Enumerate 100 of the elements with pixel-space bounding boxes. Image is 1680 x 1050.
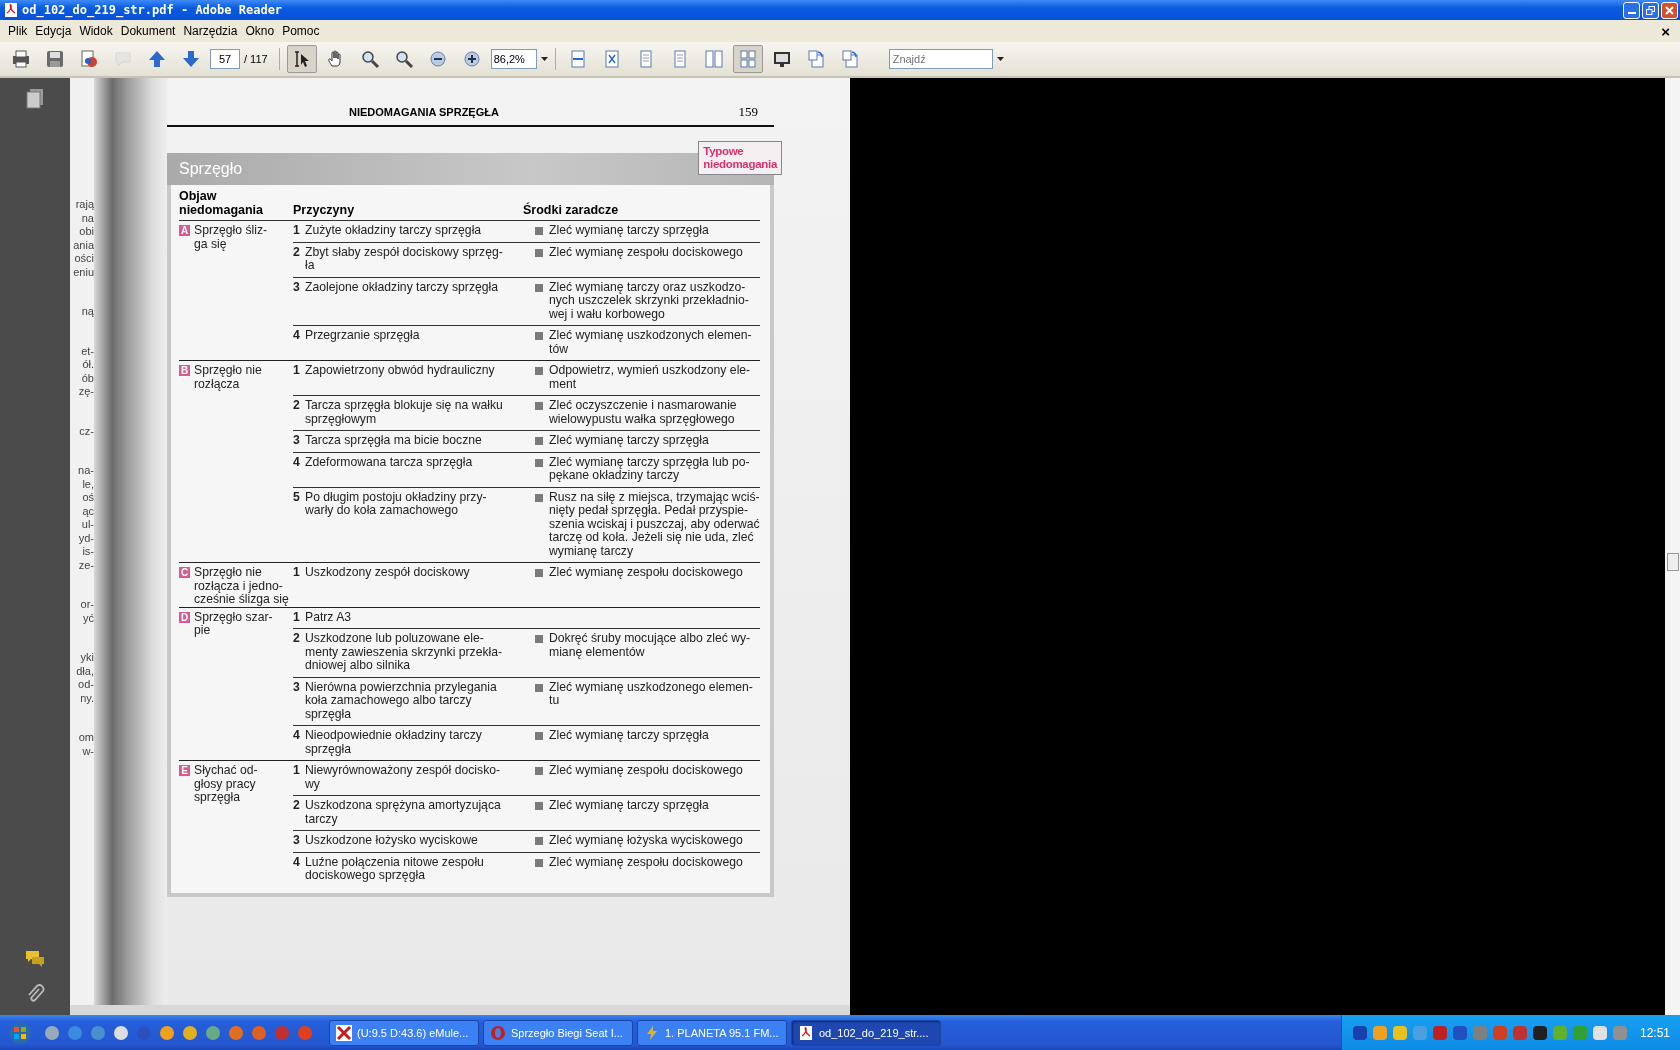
- tray-icon[interactable]: [1531, 1024, 1548, 1041]
- start-orb-icon[interactable]: [8, 1020, 32, 1045]
- text-fragment: w-: [82, 744, 94, 758]
- text-fragment: oś: [82, 491, 94, 505]
- bullet-square: [535, 732, 543, 740]
- pdf-document-icon: [798, 1024, 814, 1041]
- cause-text: Luźne połączenia nitowe zespołu dociskowego sprzęgła: [305, 855, 485, 883]
- text-fragment: ół.: [82, 358, 94, 372]
- four-pages-icon: [737, 49, 758, 69]
- cause-number: 1: [293, 566, 301, 580]
- dropdown-icon: [540, 57, 548, 61]
- monitor-icon: [771, 49, 792, 69]
- window-title: od_102_do_219_str.pdf - Adobe Reader: [22, 3, 284, 17]
- menu-item[interactable]: Plik: [4, 24, 32, 38]
- taskbar-window-button[interactable]: (U:9.5 D:43.6) eMule...: [329, 1019, 479, 1046]
- speech-bubbles-icon[interactable]: [24, 949, 46, 969]
- menu-item[interactable]: Widok: [75, 24, 117, 38]
- page-number-field[interactable]: 57: [210, 49, 240, 69]
- magnifier-icon: [393, 49, 414, 69]
- restore-button[interactable]: [1642, 1, 1659, 19]
- printer-icon: [11, 49, 31, 69]
- tray-icon[interactable]: [1351, 1024, 1368, 1041]
- cause-number: 1: [293, 224, 301, 238]
- quick-launch-icon[interactable]: [182, 1024, 198, 1041]
- text-fragment: et-: [81, 344, 94, 358]
- cause-text: Nierówna powierzchnia przylegania koła zamachowego albo tarczy sprzęgła: [305, 680, 498, 721]
- text-fragment: ąc: [82, 504, 94, 518]
- text-fragment: eniu: [73, 265, 94, 279]
- dropdown-icon: [996, 57, 1004, 61]
- quick-launch-icon[interactable]: [90, 1024, 106, 1041]
- symptom-text: Sprzęgło nie rozłącza: [194, 364, 262, 391]
- column-header: Przyczyny: [293, 203, 356, 217]
- text-fragment: ul-: [81, 518, 94, 532]
- bullet-square: [535, 437, 543, 445]
- quick-launch-icon[interactable]: [113, 1024, 129, 1041]
- cause-number: 4: [293, 329, 301, 344]
- cause-text: Zaolejone okładziny tarczy sprzęgła: [305, 280, 500, 296]
- menu-item[interactable]: Dokument: [116, 24, 180, 38]
- cause-text: Zdeformowana tarcza sprzęgła: [305, 455, 474, 471]
- text-fragment: na: [81, 211, 94, 225]
- remedy-text: Zleć wymianę tarczy sprzęgła: [549, 434, 709, 448]
- pages-icon[interactable]: [25, 88, 45, 110]
- taskbar-window-button[interactable]: Sprzegło Biegi Seat I...: [483, 1019, 633, 1046]
- text-fragment: dła,: [76, 664, 94, 678]
- cause-text: Tarcza sprzęgła ma bicie boczne: [305, 434, 483, 448]
- cause-number: 3: [293, 434, 301, 448]
- taskbar-window-button[interactable]: od_102_do_219_str....: [791, 1019, 941, 1046]
- remedy-text: Zleć wymianę uszkodzonego elemen- tu: [549, 680, 753, 709]
- remedy-text: Zleć wymianę tarczy sprzęgła: [549, 799, 709, 814]
- bullet-square: [535, 248, 543, 257]
- text-fragment: yd-: [78, 531, 94, 545]
- tray-icon[interactable]: [1591, 1024, 1608, 1041]
- bullet-square: [535, 837, 543, 845]
- text-fragment: le,: [82, 477, 94, 491]
- close-button[interactable]: [1661, 1, 1678, 19]
- quick-launch-icon[interactable]: [228, 1024, 244, 1041]
- bullet-square: [535, 402, 543, 410]
- remedy-text: Zleć oczyszczenie i nasmarowanie wielowypustu wałka sprzęgłowego: [549, 399, 737, 426]
- close-document-button[interactable]: ×: [1655, 22, 1676, 40]
- quick-launch-icon[interactable]: [159, 1024, 175, 1041]
- paperclip-icon[interactable]: [25, 983, 45, 1005]
- remedy-text: Zleć wymianę tarczy oraz uszkodzo- nych uszczelek skrzynki przekładnio- wej i wału korbowego: [549, 280, 749, 321]
- menu-item[interactable]: Edycja: [31, 24, 76, 38]
- menu-item[interactable]: Okno: [241, 24, 279, 38]
- tray-icon[interactable]: [1451, 1024, 1468, 1041]
- bullet-square: [535, 635, 543, 643]
- menu-item[interactable]: Pomoc: [278, 24, 324, 38]
- zoom-field[interactable]: 86,2%: [490, 49, 537, 69]
- text-fragment: is-: [82, 545, 94, 559]
- vertical-scrollbar[interactable]: [1665, 78, 1680, 1015]
- menu-item[interactable]: Narzędzia: [179, 24, 242, 38]
- minimize-button[interactable]: [1623, 1, 1640, 19]
- restore-icon: [1646, 5, 1655, 15]
- cause-number: 5: [293, 490, 301, 506]
- rotate-icon: [839, 49, 860, 69]
- cause-number: 3: [293, 834, 301, 848]
- text-fragment: ości: [74, 252, 94, 266]
- scrollbar-thumb[interactable]: [1666, 552, 1679, 571]
- cause-number: 2: [293, 399, 301, 414]
- text-fragment: od-: [78, 678, 94, 692]
- quick-launch-icon[interactable]: [205, 1024, 221, 1041]
- remedy-text: Zleć wymianę uszkodzonych elemen- tów: [549, 329, 752, 356]
- quick-launch-icon[interactable]: [44, 1024, 60, 1041]
- cause-number: 4: [293, 729, 301, 744]
- text-fragment: ania: [73, 238, 94, 252]
- letter-marker: C: [179, 567, 190, 578]
- section-title: Sprzęgło: [178, 160, 243, 178]
- remedy-text: Zleć wymianę łożyska wyciskowego: [549, 834, 743, 848]
- horizontal-scrollbar[interactable]: [70, 1005, 850, 1015]
- text-fragment: ób: [81, 371, 94, 385]
- cause-number: 3: [293, 680, 301, 696]
- ring-logo-icon: [490, 1024, 506, 1041]
- arrow-down-icon: [181, 49, 201, 69]
- taskbar-window-button[interactable]: 1. PLANETA 95.1 FM...: [637, 1019, 787, 1046]
- cause-number: 4: [293, 455, 301, 471]
- remedy-text: Zleć wymianę zespołu dociskowego: [549, 855, 743, 871]
- text-fragment: zę-: [78, 385, 94, 399]
- cause-number: 3: [293, 280, 301, 296]
- select-tool-button[interactable]: [286, 45, 317, 73]
- cause-number: 2: [293, 632, 301, 647]
